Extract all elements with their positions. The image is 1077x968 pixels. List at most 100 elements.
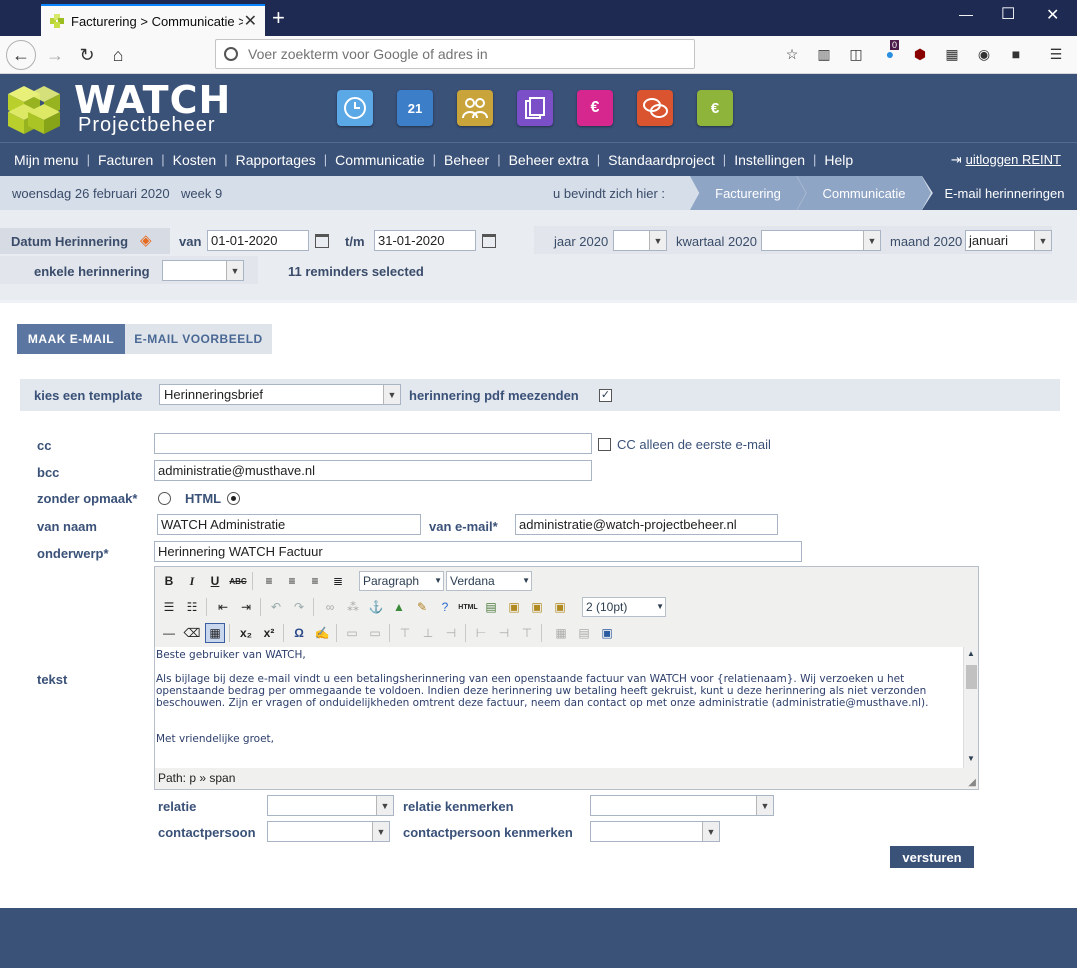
menu-item-facturen[interactable]: Facturen bbox=[98, 152, 153, 168]
remove-format-icon[interactable]: ⌫ bbox=[182, 623, 202, 643]
menu-item-rapportages[interactable]: Rapportages bbox=[236, 152, 316, 168]
home-icon[interactable]: ⌂ bbox=[103, 40, 133, 70]
font-size-select[interactable]: 2 (10pt) ▼ bbox=[582, 597, 666, 617]
window-close-icon[interactable]: ✕ bbox=[1046, 5, 1059, 25]
cc-first-checkbox[interactable] bbox=[598, 438, 611, 451]
edit-icon[interactable]: ✍ bbox=[312, 623, 332, 643]
col-after-icon[interactable]: ⊣ bbox=[494, 623, 514, 643]
ublock-icon[interactable]: ⬢ bbox=[910, 44, 930, 64]
font-select[interactable]: Verdana ▼ bbox=[446, 571, 532, 591]
editor-text-area[interactable]: Beste gebruiker van WATCH, Als bijlage b… bbox=[155, 647, 963, 768]
menu-item-beheer[interactable]: Beheer bbox=[444, 152, 489, 168]
horizontal-rule-icon[interactable]: — bbox=[159, 623, 179, 643]
row-after-icon[interactable]: ⊥ bbox=[418, 623, 438, 643]
pdf-checkbox[interactable]: ✓ bbox=[599, 389, 612, 402]
delete-row-icon[interactable]: ⊣ bbox=[441, 623, 461, 643]
eraser-icon[interactable]: ◈ bbox=[140, 231, 152, 249]
relatie-kenmerken-select[interactable]: ▼ bbox=[590, 795, 774, 816]
calendar-icon[interactable] bbox=[482, 234, 496, 248]
extension-square-icon[interactable]: ■ bbox=[1006, 44, 1026, 64]
editor-scrollbar[interactable]: ▲ ▼ bbox=[963, 647, 978, 768]
scroll-up-icon[interactable]: ▲ bbox=[967, 649, 975, 658]
bullet-list-icon[interactable]: ☰ bbox=[159, 597, 179, 617]
format-select[interactable]: Paragraph ▼ bbox=[359, 571, 444, 591]
scroll-thumb[interactable] bbox=[966, 665, 977, 689]
delete-col-icon[interactable]: ⊤ bbox=[517, 623, 537, 643]
menu-item-beheer-extra[interactable]: Beheer extra bbox=[509, 152, 589, 168]
invoice-icon[interactable]: € bbox=[577, 90, 613, 126]
visual-aid-icon[interactable]: ▣ bbox=[597, 623, 617, 643]
help-icon[interactable]: ? bbox=[435, 597, 455, 617]
image-icon[interactable]: ▲ bbox=[389, 597, 409, 617]
contactpersoon-kenmerken-select[interactable]: ▼ bbox=[590, 821, 720, 842]
table-icon[interactable]: ▦ bbox=[205, 623, 225, 643]
month-select[interactable]: januari ▼ bbox=[965, 230, 1052, 251]
forward-icon[interactable]: → bbox=[40, 40, 70, 70]
template-select[interactable]: Herinneringsbrief ▼ bbox=[159, 384, 401, 405]
html-source-icon[interactable]: HTML bbox=[458, 597, 478, 617]
row-before-icon[interactable]: ⊤ bbox=[395, 623, 415, 643]
subscript-icon[interactable]: x₂ bbox=[236, 623, 256, 643]
menu-item-instellingen[interactable]: Instellingen bbox=[734, 152, 805, 168]
documents-icon[interactable] bbox=[517, 90, 553, 126]
account-icon[interactable]: ◉ bbox=[974, 44, 994, 64]
outdent-icon[interactable]: ⇤ bbox=[213, 597, 233, 617]
cleanup-icon[interactable]: ✎ bbox=[412, 597, 432, 617]
year-select[interactable]: ▼ bbox=[613, 230, 667, 251]
send-button[interactable]: versturen bbox=[890, 846, 974, 868]
url-bar[interactable]: Voer zoekterm voor Google of adres in bbox=[215, 39, 695, 69]
contactpersoon-select[interactable]: ▼ bbox=[267, 821, 390, 842]
row-props-icon[interactable]: ▭ bbox=[342, 623, 362, 643]
cell-props-icon[interactable]: ▭ bbox=[365, 623, 385, 643]
breadcrumb-step-facturering[interactable]: Facturering bbox=[690, 176, 806, 210]
link-icon[interactable]: ∞ bbox=[320, 597, 340, 617]
bold-icon[interactable]: B bbox=[159, 571, 179, 591]
relatie-select[interactable]: ▼ bbox=[267, 795, 394, 816]
menu-item-communicatie[interactable]: Communicatie bbox=[335, 152, 424, 168]
special-char-icon[interactable]: Ω bbox=[289, 623, 309, 643]
calendar-icon[interactable]: 21 bbox=[397, 90, 433, 126]
tab-close-icon[interactable]: ✕ bbox=[244, 11, 257, 31]
html-radio[interactable] bbox=[227, 492, 240, 505]
browser-tab[interactable]: Facturering > Communicatie > ✕ bbox=[41, 4, 265, 36]
align-justify-icon[interactable]: ≣ bbox=[328, 571, 348, 591]
align-center-icon[interactable]: ≡ bbox=[282, 571, 302, 591]
underline-icon[interactable]: U bbox=[205, 571, 225, 591]
reload-icon[interactable]: ↻ bbox=[72, 40, 102, 70]
to-date-input[interactable] bbox=[374, 230, 476, 251]
minimize-icon[interactable]: — bbox=[959, 6, 973, 22]
tab-email-voorbeeld[interactable]: E-MAIL VOORBEELD bbox=[125, 324, 272, 354]
qr-code-icon[interactable]: ▦ bbox=[942, 44, 962, 64]
paste-icon[interactable]: ▣ bbox=[504, 597, 524, 617]
numbered-list-icon[interactable]: ☷ bbox=[182, 597, 202, 617]
undo-icon[interactable]: ↶ bbox=[266, 597, 286, 617]
menu-item-kosten[interactable]: Kosten bbox=[173, 152, 217, 168]
merge-cells-icon[interactable]: ▤ bbox=[574, 623, 594, 643]
breadcrumb-step-communicatie[interactable]: Communicatie bbox=[797, 176, 931, 210]
anchor-icon[interactable]: ⚓ bbox=[366, 597, 386, 617]
plain-text-radio[interactable] bbox=[158, 492, 171, 505]
unlink-icon[interactable]: ⁂ bbox=[343, 597, 363, 617]
from-date-input[interactable] bbox=[207, 230, 309, 251]
menu-item-mijn-menu[interactable]: Mijn menu bbox=[14, 152, 79, 168]
redo-icon[interactable]: ↷ bbox=[289, 597, 309, 617]
calculator-icon[interactable]: € bbox=[697, 90, 733, 126]
sidebar-icon[interactable]: ◫ bbox=[846, 44, 866, 64]
superscript-icon[interactable]: x² bbox=[259, 623, 279, 643]
split-cells-icon[interactable]: ▦ bbox=[551, 623, 571, 643]
new-tab-icon[interactable]: + bbox=[272, 5, 285, 31]
scroll-down-icon[interactable]: ▼ bbox=[967, 754, 975, 763]
from-name-input[interactable]: WATCH Administratie bbox=[157, 514, 421, 535]
italic-icon[interactable]: I bbox=[182, 571, 202, 591]
bookmark-star-icon[interactable]: ☆ bbox=[782, 44, 802, 64]
menu-item-help[interactable]: Help bbox=[824, 152, 853, 168]
paste-text-icon[interactable]: ▣ bbox=[527, 597, 547, 617]
maximize-icon[interactable]: ☐ bbox=[1001, 4, 1015, 24]
col-before-icon[interactable]: ⊢ bbox=[471, 623, 491, 643]
paste-word-icon[interactable]: ▣ bbox=[550, 597, 570, 617]
calendar-icon[interactable] bbox=[315, 234, 329, 248]
single-reminder-select[interactable]: ▼ bbox=[162, 260, 244, 281]
subject-input[interactable]: Herinnering WATCH Factuur bbox=[154, 541, 802, 562]
bcc-input[interactable]: administratie@musthave.nl bbox=[154, 460, 592, 481]
menu-item-standaardproject[interactable]: Standaardproject bbox=[608, 152, 715, 168]
